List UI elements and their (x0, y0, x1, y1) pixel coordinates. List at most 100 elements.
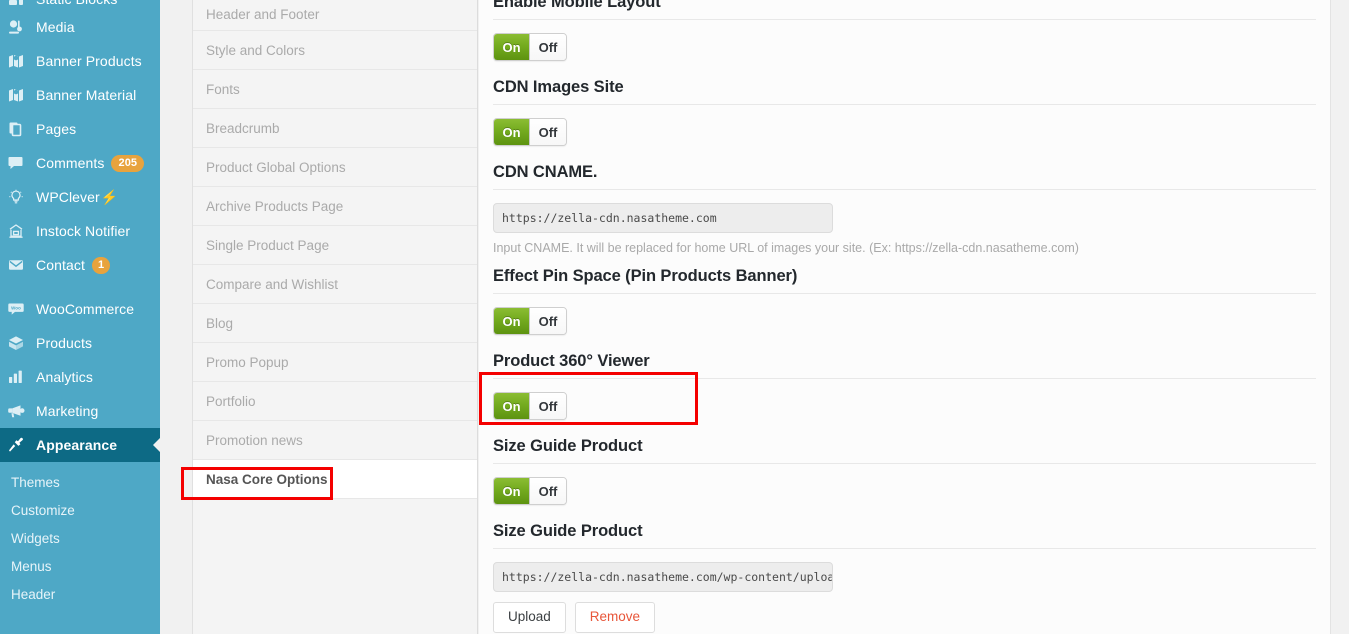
static-blocks-icon (8, 0, 34, 9)
sidebar-item-label: Analytics (36, 369, 93, 385)
theme-options-nav: Header and Footer Style and Colors Fonts… (192, 0, 478, 634)
options-nav-label: Fonts (206, 81, 240, 97)
sidebar-item-instock-notifier[interactable]: Instock Notifier (0, 214, 160, 248)
sidebar-item-wpclever[interactable]: WPClever ⚡ (0, 180, 160, 214)
sidebar-item-label: Instock Notifier (36, 223, 131, 239)
cdn-cname-input[interactable]: https://zella-cdn.nasatheme.com (493, 203, 833, 233)
options-nav-item-promo-popup[interactable]: Promo Popup (193, 343, 477, 382)
sidebar-item-marketing[interactable]: Marketing (0, 394, 160, 428)
sidebar-item-media[interactable]: Media (0, 10, 160, 44)
toggle-cdn-images-site[interactable]: On Off (493, 118, 567, 146)
field-body: https://zella-cdn.nasatheme.com Input CN… (493, 190, 1316, 266)
options-nav-label: Breadcrumb (206, 120, 280, 136)
upload-button[interactable]: Upload (493, 602, 566, 633)
options-nav-label: Single Product Page (206, 237, 330, 253)
media-icon (8, 17, 34, 37)
sidebar-subitem-widgets[interactable]: Widgets (0, 524, 160, 552)
field-cdn-cname: CDN CNAME. https://zella-cdn.nasatheme.c… (479, 162, 1330, 266)
options-nav-item-archive-products-page[interactable]: Archive Products Page (193, 187, 477, 226)
field-body: On Off (493, 20, 1316, 77)
toggle-on-option[interactable]: On (494, 119, 530, 145)
sidebar-item-label: Banner Products (36, 53, 142, 69)
sidebar-item-banner-products[interactable]: Banner Products (0, 44, 160, 78)
sidebar-item-label: Marketing (36, 403, 99, 419)
toggle-product-360-viewer[interactable]: On Off (493, 392, 567, 420)
sidebar-item-contact[interactable]: Contact 1 (0, 248, 160, 282)
sidebar-subitem-label: Widgets (11, 530, 60, 546)
options-nav-item-breadcrumb[interactable]: Breadcrumb (193, 109, 477, 148)
options-nav-label: Promotion news (206, 432, 303, 448)
toggle-off-option[interactable]: Off (530, 308, 566, 334)
toggle-effect-pin-space[interactable]: On Off (493, 307, 567, 335)
options-nav-item-header-and-footer[interactable]: Header and Footer (193, 0, 477, 31)
options-nav-item-fonts[interactable]: Fonts (193, 70, 477, 109)
envelope-icon (8, 255, 34, 275)
comments-count-badge: 205 (111, 154, 145, 172)
options-nav-item-compare-and-wishlist[interactable]: Compare and Wishlist (193, 265, 477, 304)
options-nav-item-nasa-core-options[interactable]: Nasa Core Options (193, 460, 477, 499)
options-nav-filler (193, 499, 477, 634)
sidebar-item-comments[interactable]: Comments 205 (0, 146, 160, 180)
sidebar-subitem-header[interactable]: Header (0, 580, 160, 608)
analytics-icon (8, 367, 34, 387)
sidebar-item-appearance[interactable]: Appearance (0, 428, 160, 462)
options-nav-label: Blog (206, 315, 234, 331)
field-title: Size Guide Product (493, 437, 643, 455)
contact-count-badge: 1 (91, 256, 111, 274)
sidebar-item-products[interactable]: Products (0, 326, 160, 360)
field-body: https://zella-cdn.nasatheme.com/wp-conte… (493, 549, 1316, 634)
sidebar-item-label: Media (36, 19, 75, 35)
toggle-off-option[interactable]: Off (530, 119, 566, 145)
sidebar-item-label: Banner Material (36, 87, 137, 103)
options-nav-label: Product Global Options (206, 159, 346, 175)
comments-icon (8, 153, 34, 173)
field-title: Effect Pin Space (Pin Products Banner) (493, 267, 798, 285)
sidebar-item-static-blocks[interactable]: Static Blocks (0, 0, 160, 10)
lightbulb-icon (8, 187, 34, 207)
marketing-icon (8, 401, 34, 421)
field-title: Size Guide Product (493, 522, 643, 540)
banner-material-icon (8, 85, 34, 105)
toggle-on-option[interactable]: On (494, 308, 530, 334)
toggle-off-option[interactable]: Off (530, 478, 566, 504)
sidebar-item-pages[interactable]: Pages (0, 112, 160, 146)
toggle-size-guide-product[interactable]: On Off (493, 477, 567, 505)
sidebar-subitem-menus[interactable]: Menus (0, 552, 160, 580)
options-content-panel: Enable Mobile Layout On Off CDN Images S… (479, 0, 1331, 634)
upload-button-row: Upload Remove (493, 592, 1316, 633)
field-title: CDN CNAME. (493, 163, 598, 181)
toggle-on-option[interactable]: On (494, 34, 530, 60)
field-effect-pin-space: Effect Pin Space (Pin Products Banner) O… (479, 266, 1330, 351)
wp-admin-sidebar: Static Blocks Media Banner Products Bann… (0, 0, 160, 634)
toggle-off-option[interactable]: Off (530, 393, 566, 419)
bolt-icon: ⚡ (100, 188, 119, 205)
sidebar-item-label: WPClever (36, 189, 100, 205)
toggle-on-option[interactable]: On (494, 393, 530, 419)
toggle-on-option[interactable]: On (494, 478, 530, 504)
toggle-enable-mobile-layout[interactable]: On Off (493, 33, 567, 61)
sidebar-subitem-themes[interactable]: Themes (0, 468, 160, 496)
options-nav-label: Archive Products Page (206, 198, 344, 214)
sidebar-item-analytics[interactable]: Analytics (0, 360, 160, 394)
sidebar-subitem-label: Themes (11, 474, 60, 490)
field-title: CDN Images Site (493, 78, 624, 96)
field-title: Product 360° Viewer (493, 352, 650, 370)
options-nav-item-portfolio[interactable]: Portfolio (193, 382, 477, 421)
remove-button[interactable]: Remove (574, 602, 656, 633)
field-cdn-images-site: CDN Images Site On Off (479, 77, 1330, 162)
options-nav-item-single-product-page[interactable]: Single Product Page (193, 226, 477, 265)
size-guide-url-input[interactable]: https://zella-cdn.nasatheme.com/wp-conte… (493, 562, 833, 592)
options-nav-label: Portfolio (206, 393, 256, 409)
sidebar-item-banner-material[interactable]: Banner Material (0, 78, 160, 112)
sidebar-item-woocommerce[interactable]: Woo WooCommerce (0, 292, 160, 326)
options-nav-item-style-and-colors[interactable]: Style and Colors (193, 31, 477, 70)
options-nav-item-product-global-options[interactable]: Product Global Options (193, 148, 477, 187)
field-title: Enable Mobile Layout (493, 0, 661, 11)
sidebar-item-label: Products (36, 335, 93, 351)
options-nav-item-promotion-news[interactable]: Promotion news (193, 421, 477, 460)
options-nav-label: Header and Footer (206, 6, 320, 22)
options-nav-item-blog[interactable]: Blog (193, 304, 477, 343)
sidebar-subitem-customize[interactable]: Customize (0, 496, 160, 524)
toggle-off-option[interactable]: Off (530, 34, 566, 60)
sidebar-item-label: WooCommerce (36, 301, 135, 317)
